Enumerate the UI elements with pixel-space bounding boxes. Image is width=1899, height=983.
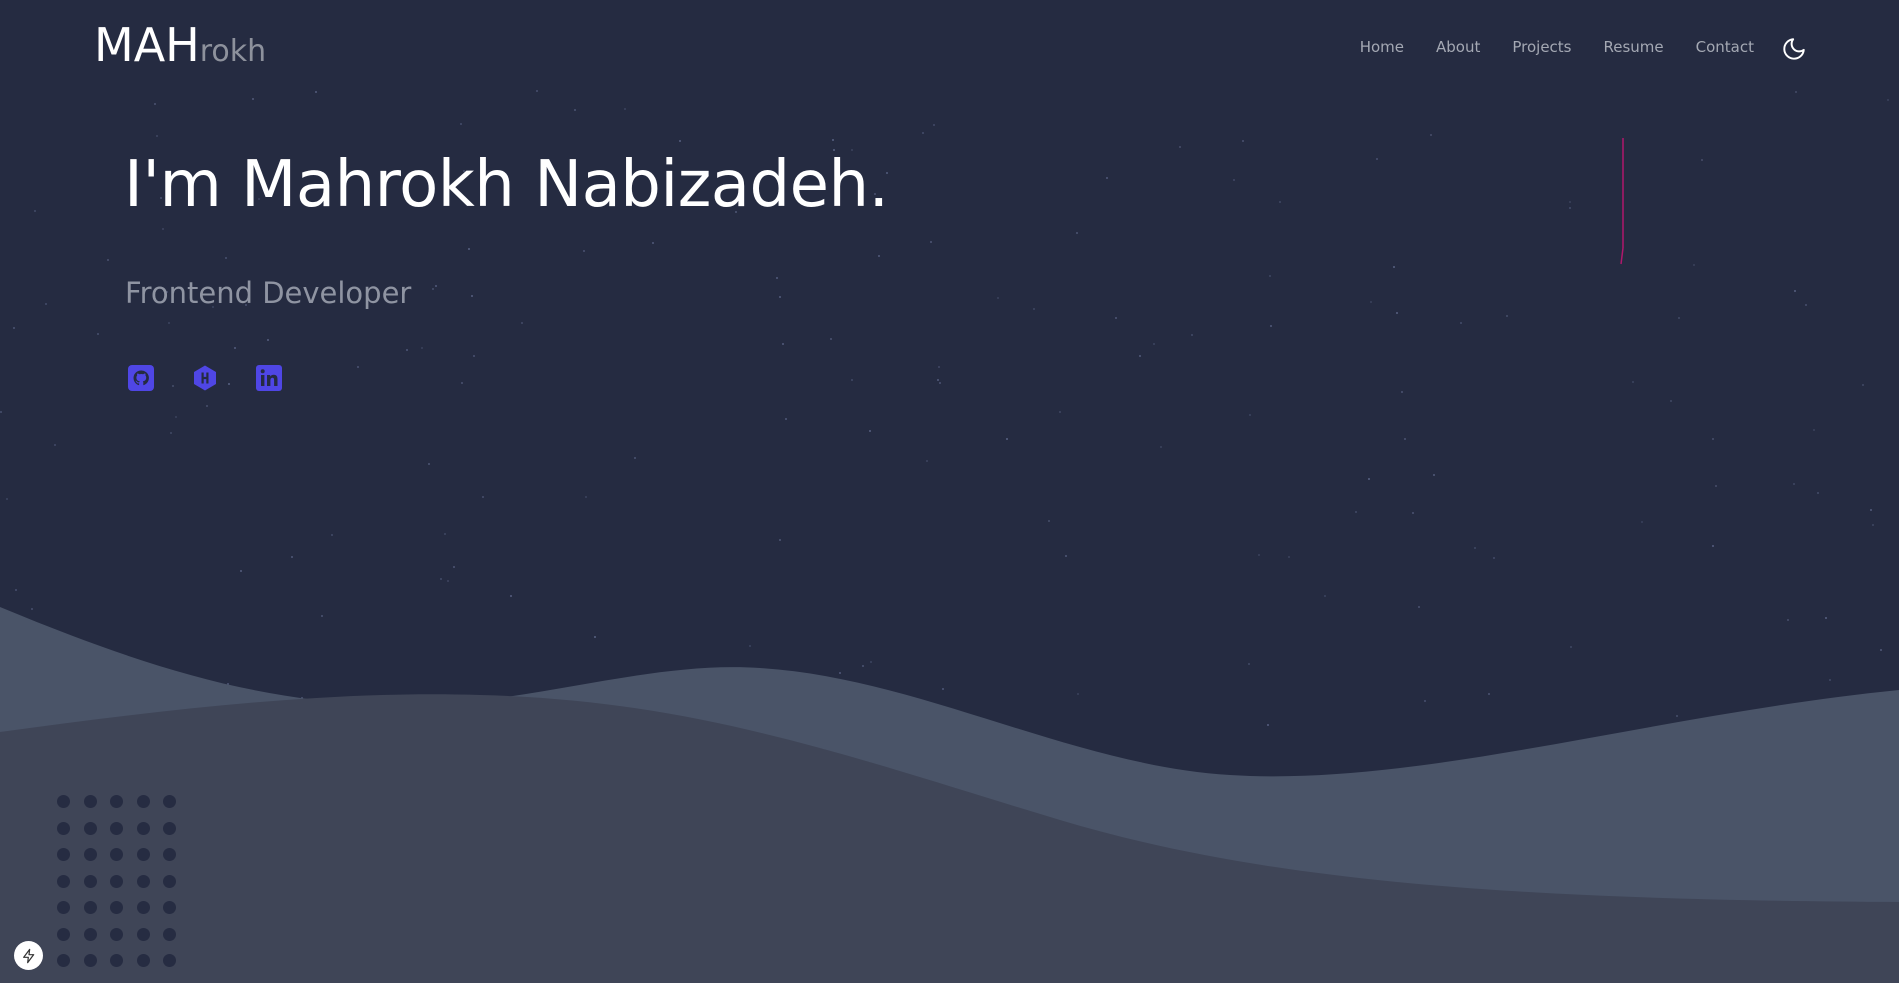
grid-dot: [110, 954, 123, 967]
grid-dot: [57, 927, 70, 941]
grid-dot: [163, 901, 176, 914]
nav-link-about[interactable]: About: [1436, 38, 1480, 56]
grid-dot: [83, 874, 97, 888]
grid-dot: [57, 821, 70, 835]
grid-dot: [136, 954, 150, 967]
grid-dot: [57, 954, 70, 967]
grid-dot: [83, 954, 97, 967]
grid-dot: [57, 874, 70, 888]
grid-dot: [163, 927, 176, 941]
dot-grid-decoration: [57, 795, 176, 967]
nav-link-projects[interactable]: Projects: [1512, 38, 1571, 56]
grid-dot: [110, 821, 123, 835]
grid-dot: [163, 874, 176, 888]
logo-main: MAH: [94, 18, 200, 72]
grid-dot: [83, 927, 97, 941]
grid-dot: [110, 848, 123, 861]
grid-dot: [110, 901, 123, 914]
grid-dot: [136, 821, 150, 835]
grid-dot: [136, 901, 150, 914]
nav-link-resume[interactable]: Resume: [1604, 38, 1664, 56]
grid-dot: [163, 954, 176, 967]
hero-subtitle: Frontend Developer: [125, 276, 412, 310]
grid-dot: [136, 927, 150, 941]
site-header: MAHrokh Home About Projects Resume Conta…: [0, 0, 1899, 96]
hashnode-icon[interactable]: [192, 365, 218, 391]
grid-dot: [163, 795, 176, 808]
lightning-icon[interactable]: [14, 941, 43, 970]
grid-dot: [110, 874, 123, 888]
grid-dot: [83, 848, 97, 861]
grid-dot: [136, 874, 150, 888]
grid-dot: [136, 795, 150, 808]
grid-dot: [83, 821, 97, 835]
grid-dot: [57, 795, 70, 808]
logo[interactable]: MAHrokh: [94, 18, 266, 72]
grid-dot: [110, 795, 123, 808]
main-nav: Home About Projects Resume Contact: [1360, 38, 1754, 56]
linkedin-icon[interactable]: [256, 365, 282, 391]
grid-dot: [83, 901, 97, 914]
github-icon[interactable]: [128, 365, 154, 391]
logo-rest: rokh: [199, 34, 267, 69]
nav-link-contact[interactable]: Contact: [1696, 38, 1754, 56]
moon-icon[interactable]: [1781, 36, 1807, 62]
grid-dot: [83, 795, 97, 808]
grid-dot: [136, 848, 150, 861]
grid-dot: [57, 848, 70, 861]
social-links: [128, 365, 282, 391]
nav-link-home[interactable]: Home: [1360, 38, 1404, 56]
page: MAHrokh Home About Projects Resume Conta…: [0, 0, 1899, 983]
grid-dot: [57, 901, 70, 914]
grid-dot: [163, 848, 176, 861]
grid-dot: [110, 927, 123, 941]
grid-dot: [163, 821, 176, 835]
hero-title: I'm Mahrokh Nabizadeh.: [124, 148, 889, 222]
